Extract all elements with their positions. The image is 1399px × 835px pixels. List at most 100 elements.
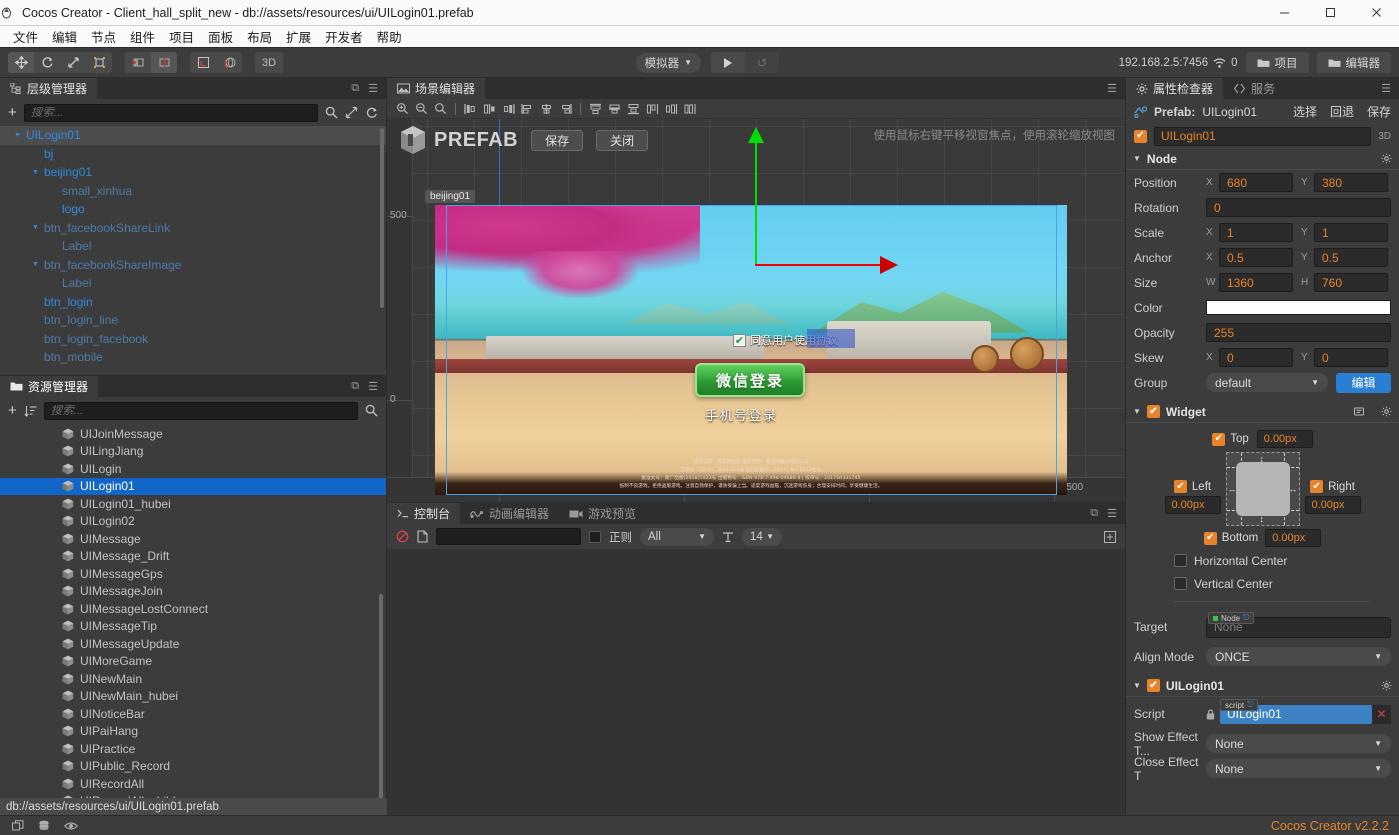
align-top-icon[interactable] (586, 100, 605, 118)
menu-edit[interactable]: 编辑 (45, 25, 84, 48)
distribute-middle-icon[interactable] (662, 100, 681, 118)
widget-right-checkbox-group[interactable]: ✔ Right (1310, 480, 1355, 493)
chevron-down-icon[interactable]: ▼ (1133, 407, 1141, 416)
hierarchy-node[interactable]: ▼btn_mobile (0, 348, 386, 367)
position-y-input[interactable]: 380 (1314, 173, 1388, 192)
script-section-header[interactable]: ▼ ✔ UILogin01 (1126, 675, 1399, 697)
hierarchy-search-input[interactable] (30, 106, 311, 119)
size-width-input[interactable]: 1360 (1219, 273, 1293, 292)
hierarchy-node[interactable]: ▼ beijing01 (0, 163, 386, 182)
hierarchy-node[interactable]: ▼bj (0, 145, 386, 164)
close-button[interactable] (1353, 0, 1399, 26)
widget-section-header[interactable]: ▼ ✔ Widget (1126, 401, 1399, 423)
chevron-down-icon[interactable]: ▼ (1133, 681, 1141, 690)
log-level-dropdown[interactable]: All ▼ (640, 527, 714, 546)
chevron-down-icon[interactable]: ▼ (30, 261, 41, 268)
group-dropdown[interactable]: default ▼ (1206, 373, 1328, 392)
asset-list-item[interactable]: UIMessage_Drift (0, 548, 386, 566)
play-button[interactable] (711, 52, 745, 73)
hierarchy-node[interactable]: ▼ btn_facebookShareImage (0, 256, 386, 275)
hierarchy-node[interactable]: ▼logo (0, 200, 386, 219)
widget-left-input[interactable]: 0.00px (1164, 496, 1221, 514)
assets-menu-icon[interactable]: ☰ (368, 380, 378, 393)
menu-layout[interactable]: 布局 (240, 25, 279, 48)
horizontal-center-row[interactable]: Horizontal Center (1126, 549, 1399, 572)
chevron-down-icon[interactable]: ▼ (12, 132, 23, 139)
world-coord-icon[interactable] (216, 52, 242, 73)
local-coord-icon[interactable] (190, 52, 216, 73)
menu-node[interactable]: 节点 (84, 25, 123, 48)
scale-tool-icon[interactable] (60, 52, 86, 73)
script-enabled-checkbox[interactable]: ✔ (1146, 679, 1160, 692)
database-status-icon[interactable] (38, 820, 50, 832)
widget-bottom-checkbox-group[interactable]: ✔ Bottom (1203, 531, 1258, 545)
sync-status-icon[interactable] (12, 819, 24, 832)
widget-right-input[interactable]: 0.00px (1304, 496, 1361, 514)
pivot-toggle-icon[interactable] (125, 52, 151, 73)
asset-list-item[interactable]: UILogin (0, 460, 386, 478)
open-link-icon[interactable]: ⎋ (1243, 613, 1249, 623)
distribute-right-icon[interactable] (556, 100, 575, 118)
regex-checkbox[interactable] (589, 530, 601, 543)
zoom-in-icon[interactable] (393, 100, 412, 118)
horizontal-center-checkbox[interactable] (1174, 554, 1187, 567)
inspector-menu-icon[interactable]: ☰ (1381, 82, 1391, 95)
zoom-fit-icon[interactable] (431, 100, 450, 118)
anchor-y-input[interactable]: 0.5 (1314, 248, 1388, 267)
menu-panel[interactable]: 面板 (201, 25, 240, 48)
asset-list-item[interactable]: UIMessageUpdate (0, 635, 386, 653)
color-swatch[interactable] (1206, 300, 1391, 315)
mode-3d-button[interactable]: 3D (255, 52, 283, 73)
hierarchy-node[interactable]: ▼ UILogin01 (0, 126, 386, 145)
menu-project[interactable]: 项目 (162, 25, 201, 48)
asset-list-item[interactable]: UILogin01_hubei (0, 495, 386, 513)
scene-viewport[interactable]: PREFAB 保存 关闭 beijing01 使用鼠标右键平移视窗焦点，使用滚轮… (387, 119, 1125, 502)
scale-y-input[interactable]: 1 (1314, 223, 1388, 242)
expand-all-icon[interactable] (345, 106, 358, 119)
node-section-header[interactable]: ▼ Node (1126, 148, 1399, 170)
agreement-checkbox[interactable]: ✔ (733, 333, 746, 347)
hierarchy-menu-icon[interactable]: ☰ (368, 82, 378, 95)
help-icon[interactable] (1354, 406, 1366, 417)
prefab-save-button[interactable]: 保存 (531, 129, 584, 151)
project-button[interactable]: 项目 (1245, 52, 1309, 73)
tab-service[interactable]: 服务 (1223, 78, 1286, 99)
gear-icon[interactable] (1381, 153, 1392, 164)
widget-right-checkbox[interactable]: ✔ (1310, 480, 1324, 493)
prefab-save-action[interactable]: 保存 (1367, 103, 1391, 120)
skew-y-input[interactable]: 0 (1314, 348, 1388, 367)
tab-animation-editor[interactable]: 动画编辑器 (460, 503, 560, 524)
assets-list[interactable]: UIJoinMessage UILingJiang UILogin UILogin01… (0, 424, 386, 815)
gizmo-y-axis[interactable] (755, 137, 757, 265)
assets-search-field[interactable] (43, 401, 358, 420)
hierarchy-node[interactable]: ▼Label (0, 274, 386, 293)
show-effect-dropdown[interactable]: None ▼ (1206, 734, 1391, 753)
tab-inspector[interactable]: 属性检查器 (1126, 78, 1224, 99)
editor-button[interactable]: 编辑器 (1316, 52, 1391, 73)
rotation-input[interactable]: 0 (1206, 198, 1391, 217)
asset-list-item[interactable]: UIPublic_Record (0, 758, 386, 776)
asset-list-item[interactable]: UIMessageGps (0, 565, 386, 583)
menu-file[interactable]: 文件 (6, 25, 45, 48)
assets-scrollbar[interactable] (379, 594, 383, 815)
distribute-bottom-icon[interactable] (681, 100, 700, 118)
node-enabled-checkbox[interactable]: ✔ (1134, 129, 1147, 143)
hierarchy-refresh-icon[interactable] (365, 106, 378, 119)
refresh-button[interactable]: ↺ (744, 52, 779, 73)
opacity-input[interactable]: 255 (1206, 323, 1391, 342)
tab-hierarchy[interactable]: 层级管理器 (0, 78, 98, 99)
rotate-tool-icon[interactable] (34, 52, 60, 73)
hierarchy-scrollbar[interactable] (380, 128, 384, 308)
align-middle-icon[interactable] (605, 100, 624, 118)
asset-list-item[interactable]: UIMessage (0, 530, 386, 548)
hierarchy-node[interactable]: ▼btn_login_line (0, 311, 386, 330)
distribute-center-icon[interactable] (537, 100, 556, 118)
console-collapse-icon[interactable] (1104, 530, 1116, 543)
tab-assets[interactable]: 资源管理器 (0, 376, 99, 397)
hierarchy-popout-icon[interactable]: ⧉ (351, 82, 359, 95)
asset-list-item[interactable]: UINewMain (0, 670, 386, 688)
widget-left-checkbox-group[interactable]: ✔ Left (1173, 480, 1211, 493)
align-center-h-icon[interactable] (480, 100, 499, 118)
widget-top-input[interactable]: 0.00px (1256, 430, 1313, 448)
gear-icon[interactable] (1381, 680, 1392, 691)
